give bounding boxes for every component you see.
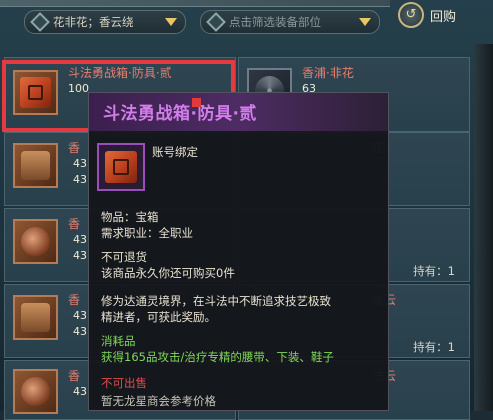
- item-sub: 43: [73, 325, 87, 338]
- description-line-2: 精进者，可获此奖励。: [101, 310, 216, 324]
- bind-status: 账号绑定: [152, 145, 198, 159]
- jar-icon: [21, 377, 50, 406]
- item-tooltip: 斗法勇战箱·防具·贰 账号绑定 物品：宝箱 需求职业：全职业 不可退货 该商品永…: [88, 92, 389, 411]
- item-slot: [13, 295, 58, 340]
- chevron-down-icon: [359, 18, 371, 26]
- chevron-down-icon: [165, 18, 177, 26]
- scrollbar[interactable]: [474, 44, 493, 411]
- item-name: 香: [68, 293, 81, 307]
- tooltip-item-slot: [97, 143, 145, 191]
- item-name: 香: [68, 141, 81, 155]
- consumable-label: 消耗品: [101, 334, 136, 348]
- item-sub: 43: [73, 173, 87, 186]
- diamond-icon: [30, 12, 50, 32]
- item-type: 物品：宝箱: [101, 210, 159, 224]
- item-slot: [13, 143, 58, 188]
- buyback-button[interactable]: ↺ 回购: [398, 2, 456, 28]
- box-icon: [21, 151, 50, 180]
- description-line-1: 修为达通灵境界，在斗法中不断追求技艺极致: [101, 294, 331, 308]
- item-sub: 43: [73, 249, 87, 262]
- item-name: 香: [68, 369, 81, 383]
- box-icon: [21, 303, 50, 332]
- tooltip-title: 斗法勇战箱·防具·贰: [103, 104, 257, 124]
- item-price: 43: [73, 233, 87, 246]
- top-strip: [0, 0, 390, 7]
- item-name: 香浦·非花: [302, 66, 354, 80]
- required-job: 需求职业：全职业: [101, 226, 193, 240]
- reference-price-note: 暂无龙星商会参考价格: [101, 394, 216, 408]
- slot-filter-dropdown[interactable]: 点击筛选装备部位: [200, 10, 380, 34]
- tooltip-header: 斗法勇战箱·防具·贰: [89, 93, 388, 131]
- slot-filter-placeholder: 点击筛选装备部位: [229, 15, 321, 29]
- no-sell-note: 不可出售: [101, 376, 147, 390]
- diamond-icon: [206, 12, 226, 32]
- purchase-limit: 该商品永久你还可购买0件: [101, 266, 235, 280]
- owned-count: 持有：1: [413, 340, 455, 354]
- set-filter-text: 花非花；香云绕: [53, 15, 134, 29]
- buyback-icon: ↺: [398, 2, 424, 28]
- item-slot: [13, 219, 58, 264]
- buyback-label: 回购: [430, 9, 457, 25]
- item-slot: [13, 369, 58, 414]
- no-return-note: 不可退货: [101, 250, 147, 264]
- item-name: 香: [68, 217, 81, 231]
- chest-icon: [105, 151, 137, 183]
- item-price: 43: [73, 385, 87, 398]
- item-price: 43: [73, 157, 87, 170]
- item-price: 43: [73, 309, 87, 322]
- owned-count: 持有：1: [413, 264, 455, 278]
- jar-icon: [21, 227, 50, 256]
- set-filter-dropdown[interactable]: 花非花；香云绕: [24, 10, 186, 34]
- marker-icon: [192, 98, 201, 107]
- reward-text: 获得165品攻击/治疗专精的腰带、下装、鞋子: [101, 350, 334, 364]
- filter-bar: 花非花；香云绕 点击筛选装备部位 ↺ 回购: [0, 0, 493, 44]
